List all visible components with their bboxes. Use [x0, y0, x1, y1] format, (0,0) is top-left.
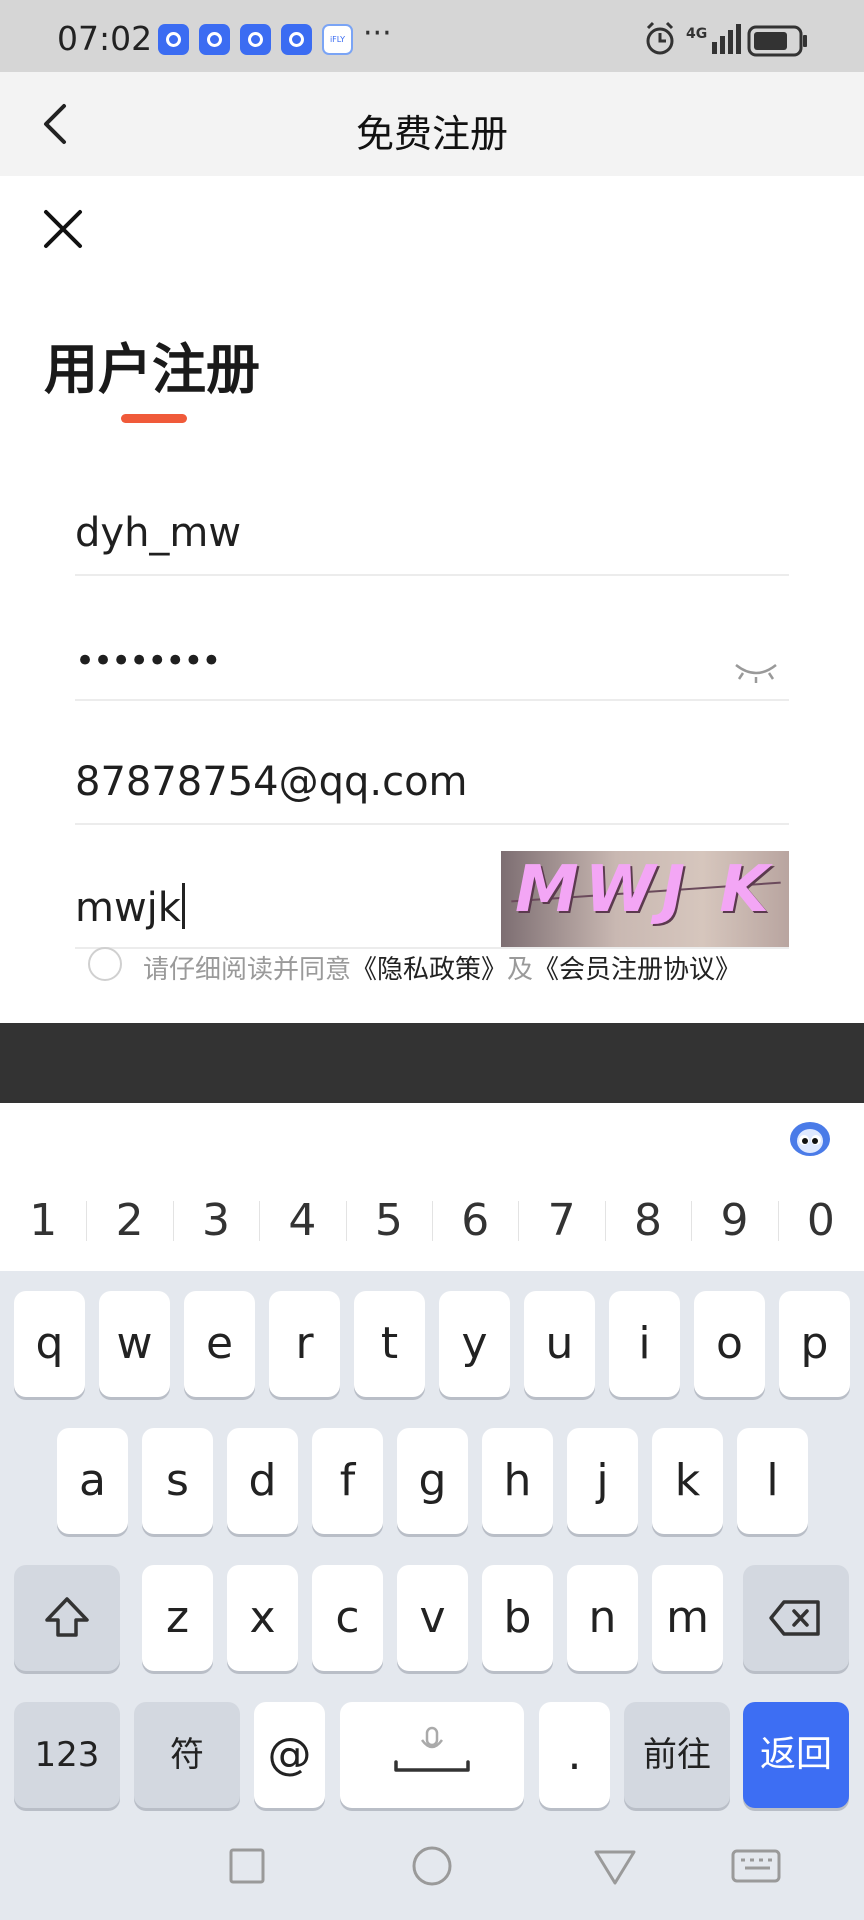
key-n[interactable]: n	[567, 1565, 638, 1671]
number-row: 1 2 3 4 5 6 7 8 9 0	[0, 1171, 864, 1271]
space-mic-icon	[394, 1726, 470, 1772]
key-l[interactable]: l	[737, 1428, 808, 1534]
keyboard-toolbar	[0, 1103, 864, 1171]
svg-text:4G: 4G	[686, 26, 707, 42]
keyboard: q w e r t y u i o p a s d f g h j k l z …	[0, 1271, 864, 1815]
battery-icon	[747, 25, 807, 57]
key-c[interactable]: c	[312, 1565, 383, 1671]
privacy-policy-link[interactable]: 《隐私政策》	[351, 955, 507, 985]
dot-key[interactable]: .	[539, 1702, 610, 1808]
symbols-key[interactable]: 符	[134, 1702, 240, 1808]
username-value: dyh_mw	[75, 510, 242, 556]
status-bar: 07:02 iFLY ··· 4G	[0, 0, 864, 72]
key-j[interactable]: j	[567, 1428, 638, 1534]
key-e[interactable]: e	[184, 1291, 255, 1397]
signal-icon: 4G	[686, 24, 741, 54]
key-o[interactable]: o	[694, 1291, 765, 1397]
key-q[interactable]: q	[14, 1291, 85, 1397]
key-t[interactable]: t	[354, 1291, 425, 1397]
system-nav-bar	[0, 1815, 864, 1920]
bottom-dark-bar	[0, 1023, 864, 1103]
key-7[interactable]: 7	[518, 1171, 604, 1271]
key-w[interactable]: w	[99, 1291, 170, 1397]
shift-key[interactable]	[14, 1565, 120, 1671]
recent-apps-icon[interactable]	[229, 1848, 265, 1884]
close-icon[interactable]	[38, 204, 88, 254]
eye-closed-icon[interactable]	[733, 659, 779, 685]
shift-icon	[45, 1597, 89, 1637]
key-3[interactable]: 3	[172, 1171, 259, 1271]
keyboard-toggle-icon[interactable]	[731, 1849, 781, 1883]
go-key[interactable]: 前往	[624, 1702, 730, 1808]
key-s[interactable]: s	[142, 1428, 213, 1534]
page-title: 免费注册	[355, 112, 508, 156]
key-1[interactable]: 1	[0, 1171, 86, 1271]
key-p[interactable]: p	[779, 1291, 850, 1397]
backspace-icon	[769, 1600, 820, 1636]
app-bar: 免费注册	[0, 72, 864, 176]
at-key[interactable]: @	[254, 1702, 325, 1808]
key-x[interactable]: x	[227, 1565, 298, 1671]
space-key[interactable]	[340, 1702, 524, 1808]
back-nav-icon[interactable]	[594, 1850, 636, 1885]
password-value: ••••••••	[75, 641, 221, 681]
alarm-icon	[646, 21, 674, 55]
backspace-key[interactable]	[743, 1565, 849, 1671]
numbers-mode-key[interactable]: 123	[14, 1702, 120, 1808]
key-f[interactable]: f	[312, 1428, 383, 1534]
captcha-input-value: mwjk	[75, 885, 181, 931]
key-9[interactable]: 9	[691, 1171, 777, 1271]
key-4[interactable]: 4	[259, 1171, 345, 1271]
ifly-mascot-icon[interactable]	[786, 1117, 834, 1161]
key-i[interactable]: i	[609, 1291, 680, 1397]
key-k[interactable]: k	[652, 1428, 723, 1534]
agreement-and: 及	[507, 955, 534, 985]
key-v[interactable]: v	[397, 1565, 468, 1671]
heading-underline	[121, 414, 187, 423]
text-caret	[181, 883, 185, 929]
key-u[interactable]: u	[524, 1291, 595, 1397]
key-h[interactable]: h	[482, 1428, 553, 1534]
key-g[interactable]: g	[397, 1428, 468, 1534]
key-m[interactable]: m	[652, 1565, 723, 1671]
key-6[interactable]: 6	[432, 1171, 518, 1271]
key-8[interactable]: 8	[604, 1171, 691, 1271]
password-field[interactable]: ••••••••	[75, 629, 789, 701]
return-key[interactable]: 返回	[743, 1702, 849, 1808]
key-z[interactable]: z	[142, 1565, 213, 1671]
agreement-prefix: 请仔细阅读并同意	[143, 955, 352, 985]
agreement-checkbox[interactable]	[88, 947, 122, 981]
email-value: 87878754@qq.com	[75, 759, 468, 805]
key-0[interactable]: 0	[777, 1171, 864, 1271]
captcha-image[interactable]: MWJ K	[501, 851, 789, 947]
key-2[interactable]: 2	[86, 1171, 172, 1271]
key-d[interactable]: d	[227, 1428, 298, 1534]
username-field[interactable]: dyh_mw	[75, 504, 789, 576]
key-y[interactable]: y	[439, 1291, 510, 1397]
key-5[interactable]: 5	[345, 1171, 432, 1271]
form-heading: 用户注册	[44, 338, 260, 401]
key-a[interactable]: a	[57, 1428, 128, 1534]
member-agreement-link[interactable]: 《会员注册协议》	[533, 955, 741, 985]
key-r[interactable]: r	[269, 1291, 340, 1397]
captcha-image-text: MWJ K	[515, 853, 775, 927]
email-field[interactable]: 87878754@qq.com	[75, 753, 789, 825]
home-icon[interactable]	[412, 1846, 452, 1886]
key-b[interactable]: b	[482, 1565, 553, 1671]
